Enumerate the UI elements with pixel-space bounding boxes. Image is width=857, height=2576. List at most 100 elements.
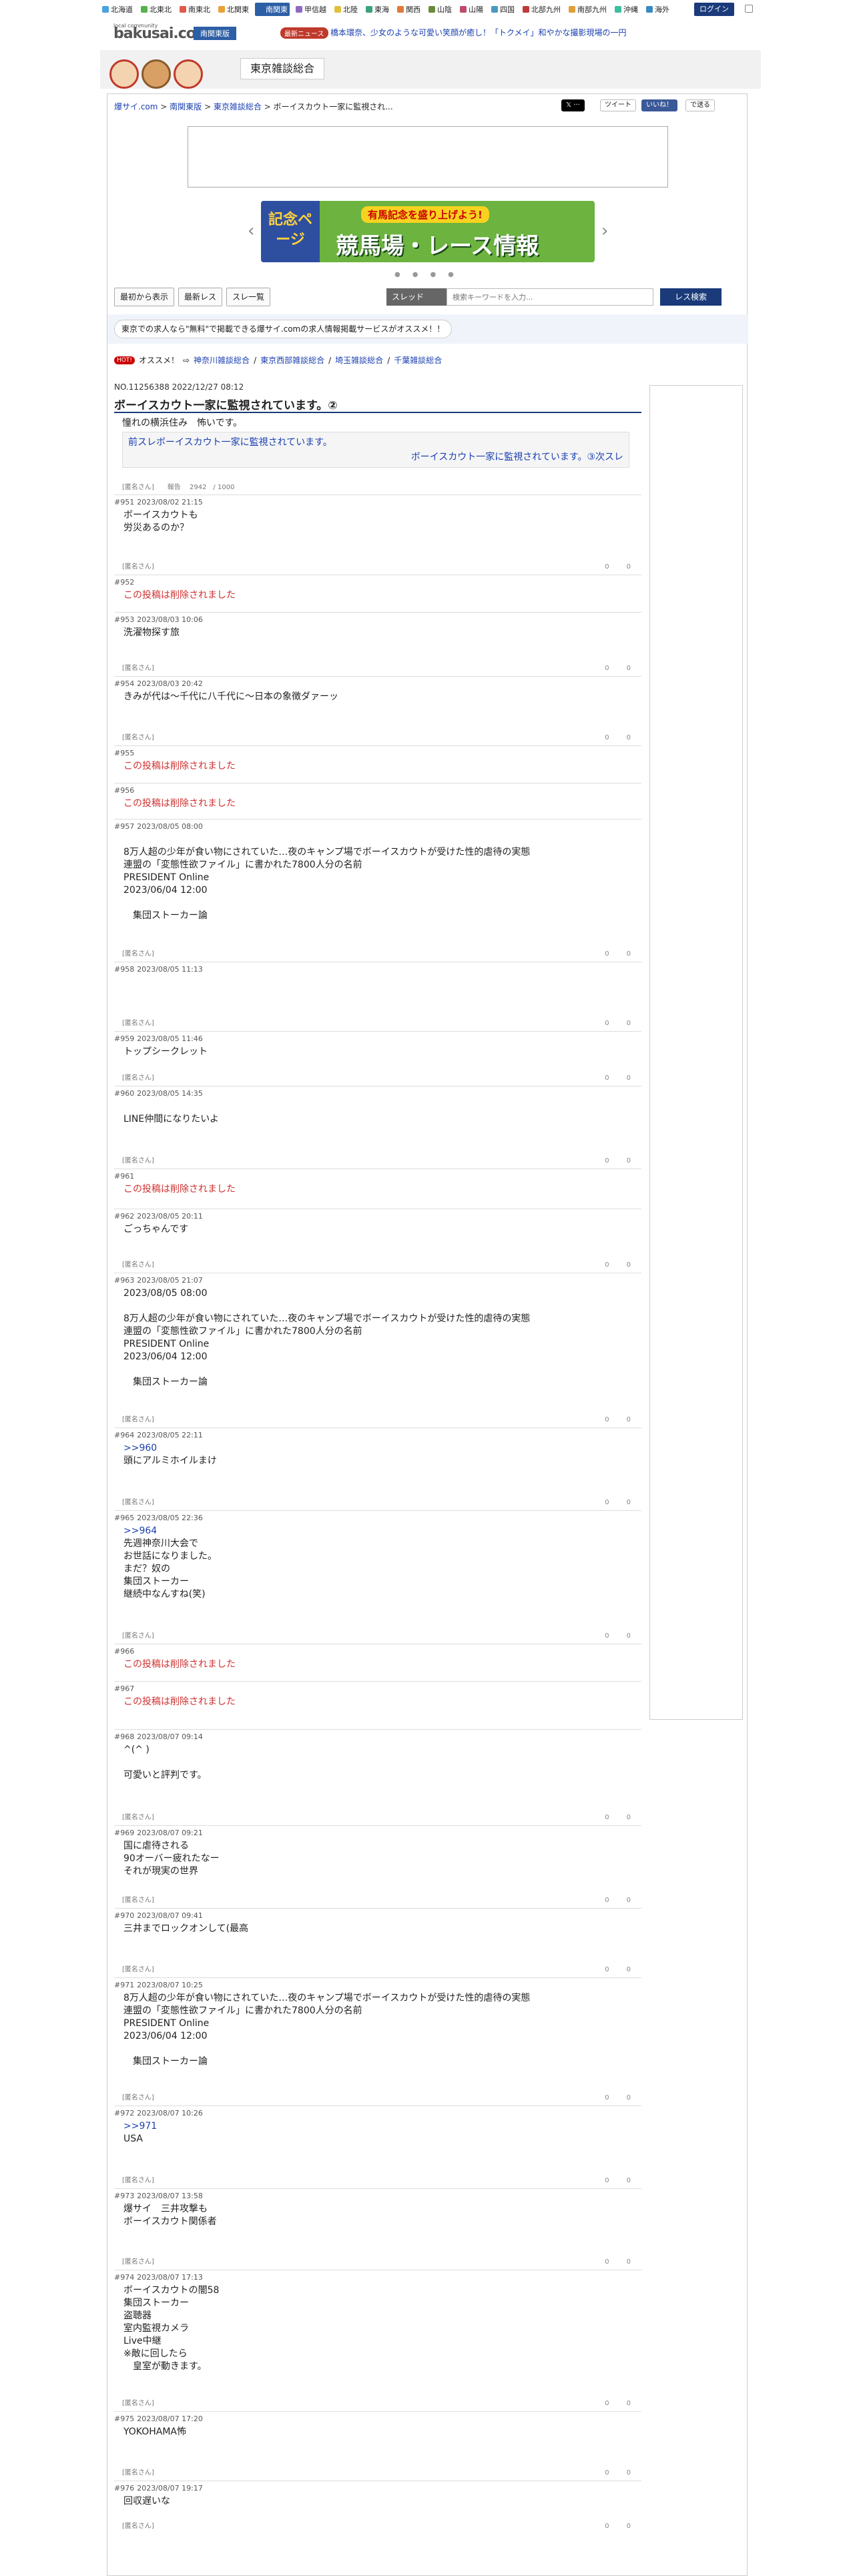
post-reactions[interactable]: 0 0 xyxy=(605,2397,632,2407)
region-link[interactable]: 四国 xyxy=(489,3,517,16)
region-link[interactable]: 南部九州 xyxy=(567,3,609,16)
region-link[interactable]: 北海道 xyxy=(100,3,135,16)
recommended-board-link[interactable]: 埼玉雑談総合 xyxy=(335,354,383,366)
post-number[interactable]: #968 xyxy=(114,1732,134,1741)
post-number[interactable]: #973 xyxy=(114,2192,134,2200)
post-number[interactable]: #962 xyxy=(114,1212,134,1221)
region-link[interactable]: 南東北 xyxy=(178,3,212,16)
login-button[interactable]: ログイン xyxy=(694,3,734,16)
post-number[interactable]: #974 xyxy=(114,2273,134,2282)
region-link[interactable]: 北東北 xyxy=(139,3,174,16)
ad-slot[interactable] xyxy=(188,126,668,188)
post-reactions[interactable]: 0 0 xyxy=(605,1963,632,1973)
post-reactions[interactable]: 0 0 xyxy=(605,2467,632,2477)
post-reactions[interactable]: 0 0 xyxy=(605,1630,632,1640)
prev-thread-link[interactable]: 前スレボーイスカウト一家に監視されています。 xyxy=(128,435,623,450)
reply-anchor-link[interactable]: >>971 xyxy=(123,2121,157,2132)
reply-anchor-link[interactable]: >>964 xyxy=(123,1526,157,1536)
region-link[interactable]: 山陰 xyxy=(426,3,454,16)
post-number[interactable]: #960 xyxy=(114,1089,134,1098)
post-number[interactable]: #961 xyxy=(114,1172,134,1181)
area-button[interactable]: 南関東版 xyxy=(194,27,236,40)
post-number[interactable]: #969 xyxy=(114,1829,134,1837)
chevron-left-icon[interactable]: ‹ xyxy=(248,221,254,241)
thread-list-button[interactable]: スレ一覧 xyxy=(226,288,271,306)
post-item: #955 この投稿は削除されました xyxy=(114,745,641,783)
post-number[interactable]: #957 xyxy=(114,822,134,831)
job-notice-link[interactable]: 東京での求人なら"無料"で掲載できる爆サイ.comの求人情報掲載サービスがオスス… xyxy=(114,320,453,338)
breadcrumb-link[interactable]: 爆サイ.com xyxy=(114,102,158,111)
tweet-button[interactable]: ツイート xyxy=(600,99,636,111)
region-icon xyxy=(523,6,529,13)
post-number[interactable]: #951 xyxy=(114,498,134,507)
recommended-board-link[interactable]: 東京西部雑談総合 xyxy=(260,354,324,366)
post-reactions[interactable]: 0 0 xyxy=(605,662,632,672)
recommended-board-link[interactable]: 神奈川雑談総合 xyxy=(194,354,250,366)
breadcrumb-link[interactable]: 南関東版 xyxy=(170,102,202,111)
post-reactions[interactable]: 0 0 xyxy=(605,1811,632,1821)
chevron-right-icon[interactable]: › xyxy=(601,221,608,241)
post-number[interactable]: #952 xyxy=(114,578,134,587)
post-reactions[interactable]: 0 0 xyxy=(605,2520,632,2530)
post-reactions[interactable]: 0 0 xyxy=(605,2256,632,2266)
post-reactions[interactable]: 0 0 xyxy=(605,731,632,741)
recommended-board-link[interactable]: 千葉雑談総合 xyxy=(394,354,442,366)
latest-res-button[interactable]: 最新レス xyxy=(178,288,223,306)
post-number[interactable]: #958 xyxy=(114,965,134,974)
post-number[interactable]: #976 xyxy=(114,2484,134,2493)
region-link[interactable]: 沖縄 xyxy=(613,3,640,16)
post-date: 2023/08/05 14:35 xyxy=(137,1089,203,1098)
post-item: #960 2023/08/05 14:35 LINE仲間になりたいよ [匿名さん] 0… xyxy=(114,1086,641,1169)
news-headline-link[interactable]: 橋本環奈、少女のような可愛い笑顔が癒し！「トクメイ」和やかな撮影現場の一円 xyxy=(330,27,627,38)
post-reactions[interactable]: 0 0 xyxy=(605,1259,632,1269)
post-reactions[interactable]: 0 0 xyxy=(605,2091,632,2102)
sidebar-ad[interactable] xyxy=(649,385,743,1720)
region-link[interactable]: 山陽 xyxy=(458,3,485,16)
post-number[interactable]: #956 xyxy=(114,786,134,795)
like-button[interactable]: いいね！ xyxy=(641,99,677,111)
reply-anchor-link[interactable]: >>960 xyxy=(123,1443,157,1454)
post-reactions[interactable]: 0 0 xyxy=(605,948,632,958)
region-link[interactable]: 北部九州 xyxy=(521,3,563,16)
region-link[interactable]: 関西 xyxy=(395,3,422,16)
post-number[interactable]: #975 xyxy=(114,2414,134,2423)
carousel-dots[interactable]: ●●●● xyxy=(394,271,466,278)
post-reactions[interactable]: 0 0 xyxy=(605,1496,632,1506)
post-number[interactable]: #953 xyxy=(114,615,134,624)
send-button[interactable]: で送る xyxy=(685,99,715,111)
search-button[interactable]: レス検索 xyxy=(660,288,722,306)
post-number[interactable]: #959 xyxy=(114,1034,134,1043)
promo-banner[interactable]: 記念ページ 有馬記念を盛り上げよう! 競馬場・レース情報 xyxy=(261,201,595,262)
region-link[interactable]: 南関東 xyxy=(255,3,290,16)
post-number[interactable]: #964 xyxy=(114,1431,134,1439)
post-number[interactable]: #954 xyxy=(114,679,134,688)
post-reactions[interactable]: 0 0 xyxy=(605,2174,632,2184)
post-reactions[interactable]: 0 0 xyxy=(605,1017,632,1027)
region-link[interactable]: 海外 xyxy=(644,3,671,16)
post-reactions[interactable]: 0 0 xyxy=(605,561,632,571)
post-number[interactable]: #971 xyxy=(114,1981,134,1989)
region-link[interactable]: 甲信越 xyxy=(294,3,328,16)
post-number[interactable]: #967 xyxy=(114,1684,134,1693)
post-reactions[interactable]: 0 0 xyxy=(605,1155,632,1165)
region-link[interactable]: 東海 xyxy=(364,3,391,16)
post-number[interactable]: #970 xyxy=(114,1911,134,1920)
post-reactions[interactable]: 0 0 xyxy=(605,1413,632,1423)
region-link[interactable]: 北陸 xyxy=(332,3,360,16)
show-from-first-button[interactable]: 最初から表示 xyxy=(114,288,175,306)
post-number[interactable]: #965 xyxy=(114,1514,134,1522)
menu-icon[interactable] xyxy=(745,5,753,13)
search-input[interactable] xyxy=(447,288,653,306)
x-share-button[interactable]: 𝕏 ··· xyxy=(561,99,585,111)
next-thread-link[interactable]: ボーイスカウト一家に監視されています。③次スレ xyxy=(128,450,623,464)
post-number[interactable]: #966 xyxy=(114,1647,134,1656)
post-number[interactable]: #963 xyxy=(114,1276,134,1285)
region-link[interactable]: 北関東 xyxy=(216,3,251,16)
search-scope-select[interactable]: スレッド xyxy=(386,288,447,306)
post-number[interactable]: #972 xyxy=(114,2109,134,2118)
breadcrumb-link[interactable]: 東京雑談総合 xyxy=(214,102,262,111)
post-reactions[interactable]: 0 0 xyxy=(605,1894,632,1904)
post-number[interactable]: #955 xyxy=(114,749,134,757)
post-reactions[interactable]: 0 0 xyxy=(605,1072,632,1082)
board-title[interactable]: 東京雑談総合 xyxy=(240,58,325,79)
